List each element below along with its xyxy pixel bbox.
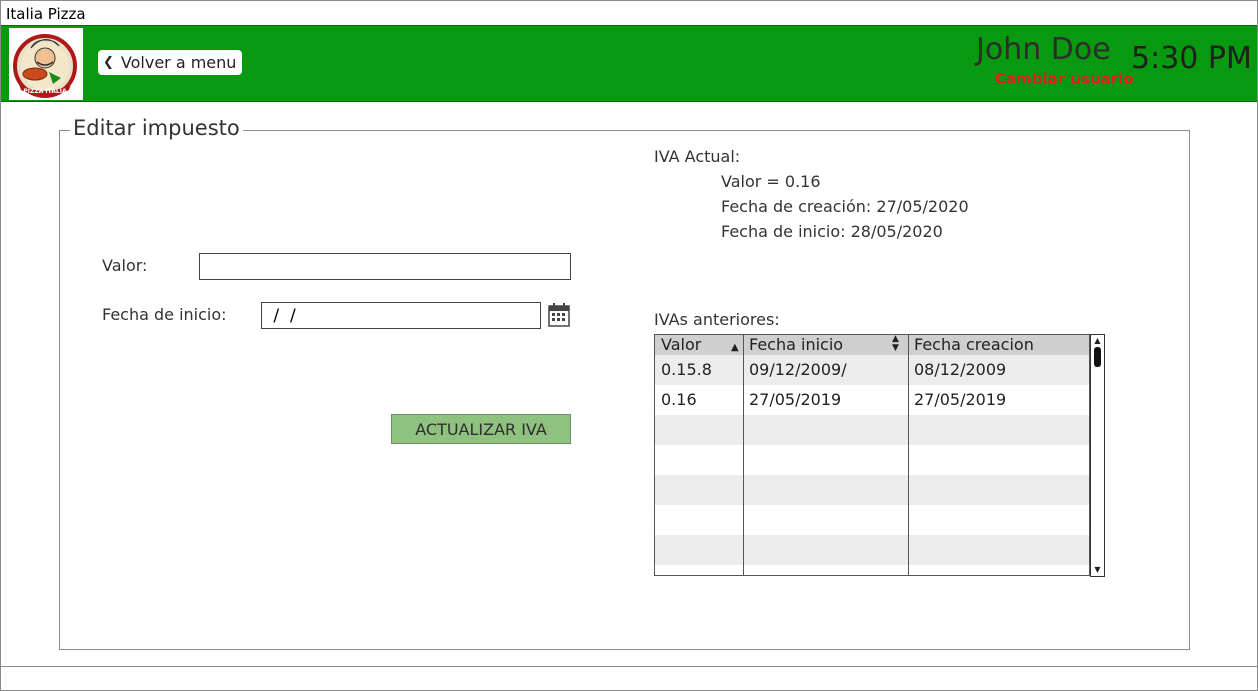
empty-row [655, 505, 1089, 535]
cell-valor: 0.15.8 [661, 360, 712, 379]
column-header-fecha-inicio[interactable]: Fecha inicio ▲ ▼ [743, 335, 908, 355]
window-title: Italia Pizza [6, 5, 86, 23]
table-row[interactable]: 0.16 27/05/2019 27/05/2019 [655, 385, 1089, 415]
cell-fecha-creacion: 08/12/2009 [914, 360, 1007, 379]
fecha-inicio-input[interactable] [261, 302, 541, 329]
cell-fecha-creacion: 27/05/2019 [914, 390, 1007, 409]
pizza-italia-logo: PIZZA ITALIA [9, 28, 83, 100]
scroll-up-icon[interactable]: ▲ [1091, 335, 1104, 347]
table-header: Valor ▲ Fecha inicio ▲ ▼ Fecha creacion [655, 335, 1089, 355]
iva-history-table: Valor ▲ Fecha inicio ▲ ▼ Fecha creacion 0… [654, 334, 1090, 576]
valor-input[interactable] [199, 253, 571, 280]
sort-icon: ▲ ▼ [892, 334, 899, 353]
clock: 5:30 PM [1131, 41, 1252, 76]
status-bar-divider [1, 666, 1257, 667]
chef-logo-icon: PIZZA ITALIA [13, 34, 77, 98]
logo-text: PIZZA ITALIA [23, 88, 67, 95]
scroll-thumb[interactable] [1094, 347, 1101, 367]
calendar-icon[interactable] [548, 303, 570, 331]
valor-label: Valor: [102, 256, 148, 275]
column-header-fecha-creacion[interactable]: Fecha creacion [908, 335, 1089, 355]
back-to-menu-button[interactable]: ❮ Volver a menu [98, 50, 243, 75]
current-iva-fecha-creacion: Fecha de creación: 27/05/2020 [721, 197, 969, 216]
empty-row [655, 535, 1089, 565]
column-header-valor[interactable]: Valor ▲ [655, 335, 743, 355]
cell-fecha-inicio: 09/12/2009/ [749, 360, 847, 379]
change-user-link[interactable]: Cambiar usuario [995, 70, 1134, 88]
current-iva-valor: Valor = 0.16 [721, 172, 821, 191]
column-divider [743, 335, 744, 575]
table-row[interactable]: 0.15.8 09/12/2009/ 08/12/2009 [655, 355, 1089, 385]
empty-row [655, 475, 1089, 505]
empty-row [655, 415, 1089, 445]
current-iva-title: IVA Actual: [654, 147, 741, 166]
empty-row [655, 445, 1089, 475]
column-divider [908, 335, 909, 575]
current-iva-fecha-inicio: Fecha de inicio: 28/05/2020 [721, 222, 943, 241]
back-to-menu-label: Volver a menu [120, 53, 237, 72]
fecha-inicio-label: Fecha de inicio: [102, 305, 227, 324]
chevron-left-icon: ❮ [103, 55, 114, 70]
cell-valor: 0.16 [661, 390, 697, 409]
user-name: John Doe [976, 32, 1111, 67]
edit-tax-legend: Editar impuesto [70, 116, 243, 140]
cell-fecha-inicio: 27/05/2019 [749, 390, 842, 409]
history-title: IVAs anteriores: [654, 310, 780, 329]
update-iva-button[interactable]: ACTUALIZAR IVA [391, 414, 571, 444]
header-bar: PIZZA ITALIA ❮ Volver a menu John Doe Ca… [1, 25, 1257, 102]
table-scrollbar[interactable]: ▲ ▼ [1090, 334, 1105, 577]
scroll-down-icon[interactable]: ▼ [1091, 564, 1104, 576]
